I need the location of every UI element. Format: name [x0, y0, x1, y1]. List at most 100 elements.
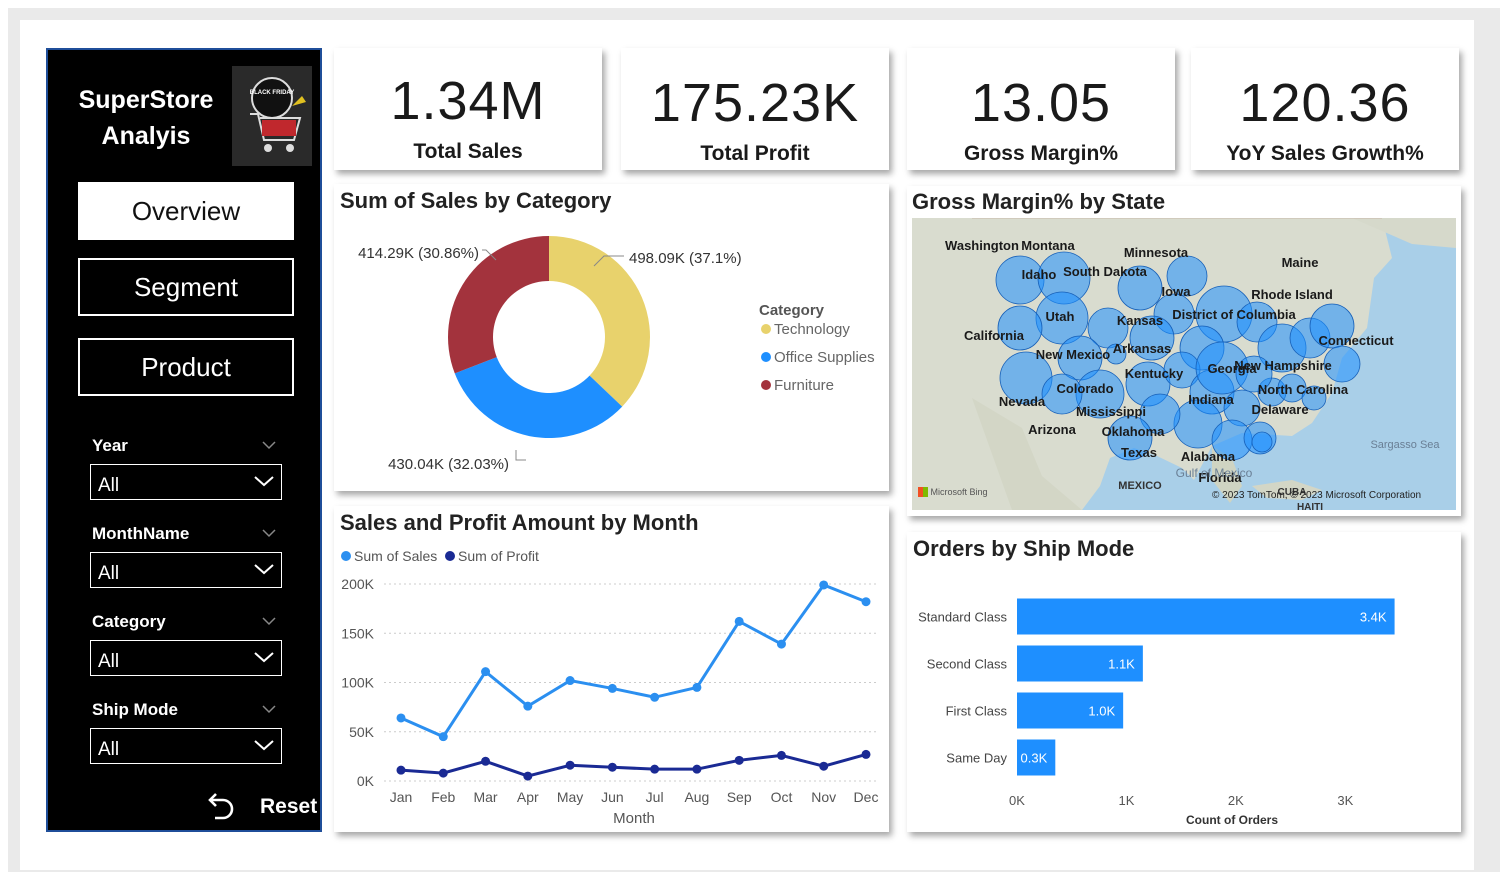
filter-year-label: Year	[92, 436, 128, 455]
kpi-value: 120.36	[1239, 73, 1411, 133]
data-point[interactable]	[692, 682, 702, 692]
map-state-label: Minnesota	[1124, 245, 1189, 260]
chevron-down-icon	[254, 652, 274, 663]
data-point[interactable]	[565, 760, 575, 770]
y-category-label: Standard Class	[918, 610, 1007, 625]
data-point[interactable]	[861, 749, 871, 759]
data-point[interactable]	[776, 750, 786, 760]
legend-item[interactable]: Sum of Profit	[458, 548, 539, 564]
data-point[interactable]	[396, 713, 406, 723]
data-point[interactable]	[523, 771, 533, 781]
map-attribution: © 2023 TomTom, © 2023 Microsoft Corporat…	[1212, 490, 1422, 501]
data-point[interactable]	[650, 692, 660, 702]
map-state-label: Montana	[1021, 238, 1075, 253]
x-tick-label: 2K	[1228, 793, 1244, 808]
reset-button[interactable]: Reset	[203, 788, 323, 828]
map-state-label: New Mexico	[1036, 347, 1110, 362]
filter-monthname-select[interactable]: All	[90, 552, 282, 588]
map-state-label: Utah	[1046, 309, 1075, 324]
map-state-label: Maine	[1282, 255, 1319, 270]
map-state-label: South Dakota	[1063, 264, 1148, 279]
shopping-cart-logo-icon: BLACK FRIDAY	[232, 66, 312, 166]
data-point[interactable]	[396, 765, 406, 775]
data-point[interactable]	[734, 616, 744, 626]
filter-shipmode-label: Ship Mode	[92, 700, 178, 719]
nav-segment-button[interactable]: Segment	[78, 258, 294, 316]
x-tick-label: Nov	[811, 789, 836, 805]
map-state-label: Iowa	[1162, 284, 1192, 299]
chevron-down-icon[interactable]	[260, 614, 278, 628]
legend-item[interactable]: Technology	[774, 321, 850, 338]
data-point[interactable]	[607, 762, 617, 772]
chevron-down-icon[interactable]	[260, 438, 278, 452]
filter-shipmode-value: All	[98, 739, 120, 760]
chevron-down-icon[interactable]	[260, 526, 278, 540]
legend-item[interactable]: Furniture	[774, 377, 834, 394]
kpi-label: Total Sales	[413, 140, 523, 163]
bar-chart: Standard Class 3.4K Second Class 1.1K First …	[918, 598, 1395, 827]
data-point[interactable]	[438, 768, 448, 778]
data-point[interactable]	[776, 639, 786, 649]
y-tick-label: 150K	[341, 625, 374, 641]
y-category-label: First Class	[946, 704, 1008, 719]
data-point[interactable]	[523, 701, 533, 711]
x-tick-label: Mar	[473, 789, 497, 805]
map-state-label: New Hampshire	[1234, 358, 1332, 373]
leader-line	[515, 450, 526, 461]
map-area[interactable]: Washington Montana Minnesota Idaho South Dak…	[912, 218, 1456, 510]
data-point[interactable]	[650, 764, 660, 774]
map-state-label: Nevada	[999, 394, 1046, 409]
map-state-label: Oklahoma	[1102, 424, 1166, 439]
data-point[interactable]	[861, 597, 871, 607]
bar-data-label: 1.0K	[1088, 704, 1115, 719]
nav-product-button[interactable]: Product	[78, 338, 294, 396]
undo-arrow-icon	[208, 793, 234, 820]
map-geo-label: HAITI	[1297, 502, 1323, 510]
x-tick-label: Apr	[517, 789, 539, 805]
filter-category-select[interactable]: All	[90, 640, 282, 676]
data-point[interactable]	[438, 732, 448, 742]
chevron-down-icon	[254, 740, 274, 751]
map-state-label: Connecticut	[1318, 333, 1394, 348]
filter-category-label: Category	[92, 612, 166, 631]
chevron-down-icon[interactable]	[260, 702, 278, 716]
y-category-label: Second Class	[927, 657, 1008, 672]
kpi-label: Gross Margin%	[963, 142, 1119, 165]
data-point[interactable]	[819, 761, 829, 771]
legend-item[interactable]: Sum of Sales	[354, 548, 437, 564]
filter-year-select[interactable]: All	[90, 464, 282, 500]
app-title: SuperStore Analyis	[66, 82, 226, 154]
x-tick-label: 1K	[1118, 793, 1134, 808]
y-category-label: Same Day	[946, 751, 1007, 766]
x-tick-label: Feb	[431, 789, 455, 805]
legend-title: Category	[759, 302, 825, 319]
data-point[interactable]	[692, 764, 702, 774]
y-tick-label: 50K	[349, 724, 375, 740]
chevron-down-icon	[254, 476, 274, 487]
kpi-card-gross-margin: 13.05 Gross Margin%	[907, 48, 1175, 170]
nav-overview-button[interactable]: Overview	[78, 182, 294, 240]
x-tick-label: May	[557, 789, 583, 805]
map-state-label: Texas	[1121, 445, 1157, 460]
map-state-label: District of Columbia	[1172, 307, 1296, 322]
kpi-value: 1.34M	[390, 71, 546, 131]
data-point[interactable]	[481, 756, 491, 766]
filter-shipmode-select[interactable]: All	[90, 728, 282, 764]
map-state-label: Arkansas	[1113, 341, 1172, 356]
map-labels: Washington Montana Minnesota Idaho South Dak…	[945, 238, 1440, 510]
map-state-label: Kansas	[1117, 313, 1163, 328]
bar[interactable]	[1017, 598, 1395, 635]
kpi-value: 175.23K	[650, 73, 860, 133]
data-point[interactable]	[734, 755, 744, 765]
legend-item[interactable]: Office Supplies	[774, 349, 875, 366]
data-point[interactable]	[565, 676, 575, 686]
data-point[interactable]	[607, 683, 617, 693]
map-state-label: Colorado	[1056, 381, 1113, 396]
legend-swatch	[341, 551, 351, 561]
chart-title: Gross Margin% by State	[912, 189, 1166, 214]
data-point[interactable]	[481, 667, 491, 677]
data-point[interactable]	[819, 580, 829, 590]
map-geo-label: MEXICO	[1118, 480, 1162, 492]
legend-swatch	[761, 324, 771, 334]
kpi-card-yoy-growth: 120.36 YoY Sales Growth%	[1191, 48, 1459, 170]
